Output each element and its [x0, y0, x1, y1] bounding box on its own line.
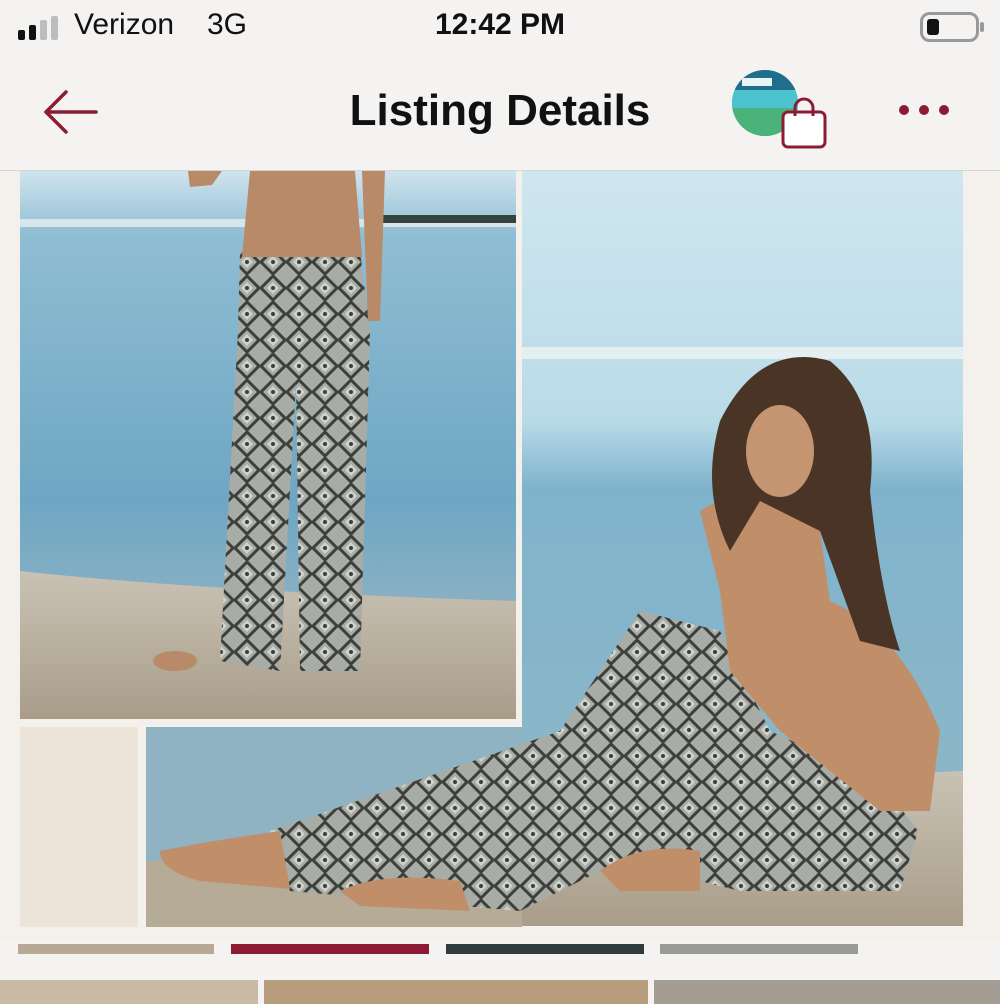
status-bar: Verizon 3G 12:42 PM	[0, 0, 1000, 60]
related-listing-1[interactable]	[0, 980, 258, 1004]
thumbnail-3[interactable]	[446, 944, 644, 954]
listing-photo[interactable]	[0, 171, 1000, 954]
page-title: Listing Details	[349, 86, 651, 135]
more-options-button[interactable]	[892, 88, 956, 132]
related-listing-3[interactable]	[654, 980, 1000, 1004]
related-listings-row	[0, 976, 1000, 1004]
battery-icon	[920, 12, 984, 42]
thumbnail-4[interactable]	[660, 944, 858, 954]
nav-bar: Listing Details	[0, 60, 1000, 171]
more-dots-icon	[899, 105, 949, 115]
related-listing-2[interactable]	[264, 980, 648, 1004]
thumbnail-1[interactable]	[18, 944, 214, 954]
thumbnail-strip	[0, 942, 1000, 956]
thumbnail-2-selected[interactable]	[231, 944, 429, 954]
shopping-bag-button[interactable]	[732, 70, 832, 156]
shopping-bag-icon	[781, 97, 827, 149]
status-time: 12:42 PM	[434, 8, 566, 41]
